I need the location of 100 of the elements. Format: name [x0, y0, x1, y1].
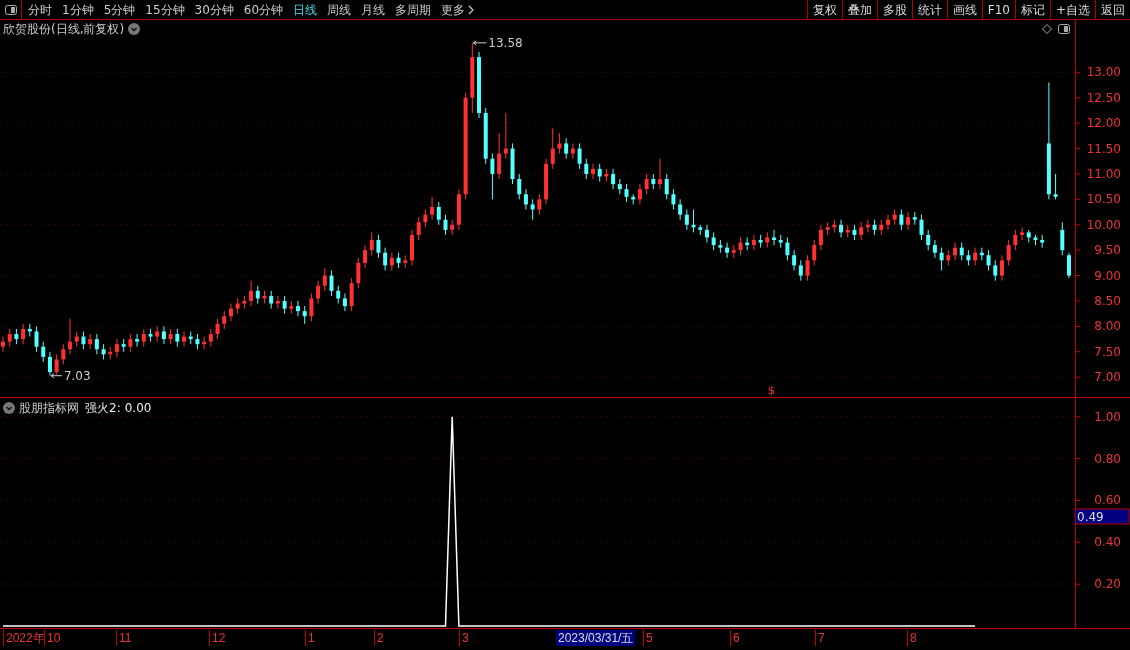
date-axis-label: 10 — [44, 630, 61, 646]
period-tab[interactable]: 多周期 — [395, 0, 432, 19]
dropdown-icon[interactable] — [128, 23, 141, 35]
candle — [597, 163, 602, 183]
price-axis-label: 7.00 — [1094, 370, 1121, 385]
date-axis-label: 11 — [116, 630, 132, 646]
period-tab[interactable]: 15分钟 — [145, 0, 185, 19]
date-axis-label: 2022年 — [3, 630, 45, 646]
price-axis-label: 7.50 — [1094, 344, 1121, 359]
candle — [282, 295, 287, 315]
candle — [939, 247, 944, 271]
candle — [195, 333, 200, 350]
candle — [235, 297, 240, 315]
diamond-icon[interactable] — [1042, 24, 1052, 34]
toolbar-button[interactable]: 标记 — [1014, 0, 1050, 19]
candle — [14, 328, 19, 345]
candle — [376, 234, 381, 259]
indicator-axis-label: 0.60 — [1094, 493, 1121, 508]
toolbar-button[interactable]: 返回 — [1095, 0, 1130, 19]
toolbar-button[interactable]: +自选 — [1049, 0, 1095, 19]
dropdown-icon[interactable] — [3, 402, 15, 414]
toolbar-button[interactable]: 统计 — [911, 0, 947, 19]
candle — [946, 249, 951, 266]
candle — [1040, 234, 1045, 249]
period-tab[interactable]: 30分钟 — [194, 0, 234, 19]
candle — [470, 42, 475, 114]
toolbar-button[interactable]: F10 — [981, 0, 1015, 19]
candle — [309, 292, 314, 322]
candle — [738, 236, 743, 256]
candle — [81, 331, 86, 350]
candle — [711, 231, 716, 251]
price-axis-label: 8.00 — [1094, 319, 1121, 334]
candle — [443, 214, 448, 236]
toolbar-button[interactable]: 多股 — [876, 0, 912, 19]
candle — [624, 183, 629, 203]
candle — [557, 132, 562, 155]
candle — [1067, 252, 1071, 279]
chart-title: 欣贺股份(日线,前复权) — [3, 21, 125, 37]
candle — [175, 328, 180, 348]
indicator-source: 股朋指标网 — [19, 400, 79, 416]
candle — [1006, 239, 1011, 266]
candle — [879, 219, 884, 236]
indicator-axis-label: 0.40 — [1094, 535, 1121, 550]
period-tab[interactable]: 5分钟 — [103, 0, 136, 19]
candle — [356, 257, 361, 289]
candle — [121, 338, 126, 353]
toolbar-button[interactable]: 叠加 — [841, 0, 877, 19]
price-axis-label: 11.00 — [1086, 166, 1121, 181]
indicator-name: 强火2: — [85, 400, 121, 416]
candle — [1, 336, 5, 353]
date-axis-label: 2 — [374, 630, 384, 646]
chevron-right-icon — [468, 4, 475, 15]
toolbar-button[interactable]: 画线 — [946, 0, 982, 19]
candle — [296, 300, 300, 317]
toolbar-button[interactable]: 复权 — [806, 0, 842, 19]
candle — [1033, 234, 1038, 246]
candle — [671, 188, 676, 210]
candle — [510, 142, 515, 185]
candle — [242, 295, 247, 310]
period-tab[interactable]: 60分钟 — [243, 0, 284, 19]
indicator-axis-label: 0.80 — [1094, 451, 1121, 466]
candle — [691, 209, 696, 233]
candle — [785, 236, 790, 261]
period-tab[interactable]: 更多 — [441, 0, 475, 19]
candle — [892, 209, 897, 226]
panel-toggle-icon[interactable] — [1058, 24, 1070, 34]
price-axis-label: 9.50 — [1094, 243, 1121, 258]
period-tab[interactable]: 分时 — [28, 0, 52, 19]
candle — [919, 214, 924, 241]
period-tab[interactable]: 日线 — [293, 0, 318, 19]
candle — [872, 219, 877, 236]
candle — [758, 234, 763, 249]
candle — [772, 229, 776, 246]
candle — [832, 219, 837, 233]
candle — [101, 343, 106, 360]
price-axis-label: 13.00 — [1086, 65, 1121, 80]
date-axis-label: 5 — [643, 630, 653, 646]
candle — [61, 343, 66, 365]
candle — [805, 254, 810, 282]
candle — [54, 353, 59, 376]
candle — [396, 252, 401, 269]
candle — [966, 249, 971, 266]
panel-toggle-icon[interactable] — [4, 4, 17, 15]
date-axis-label: 7 — [815, 630, 825, 646]
candle — [604, 168, 609, 183]
leader-line — [472, 40, 487, 46]
candle — [577, 142, 582, 170]
candle — [490, 153, 495, 200]
price-axis-label: 10.00 — [1086, 217, 1121, 232]
candle — [423, 209, 428, 228]
candle — [329, 270, 334, 297]
period-tab[interactable]: 1分钟 — [62, 0, 94, 19]
date-axis-label: 12 — [209, 630, 226, 646]
price-axis-label: 10.50 — [1086, 192, 1121, 207]
candle — [349, 277, 354, 312]
candle — [477, 51, 481, 119]
candle — [262, 290, 267, 305]
period-tab[interactable]: 月线 — [361, 0, 386, 19]
price-axis-label: 12.50 — [1086, 90, 1121, 105]
period-tab[interactable]: 周线 — [327, 0, 352, 19]
